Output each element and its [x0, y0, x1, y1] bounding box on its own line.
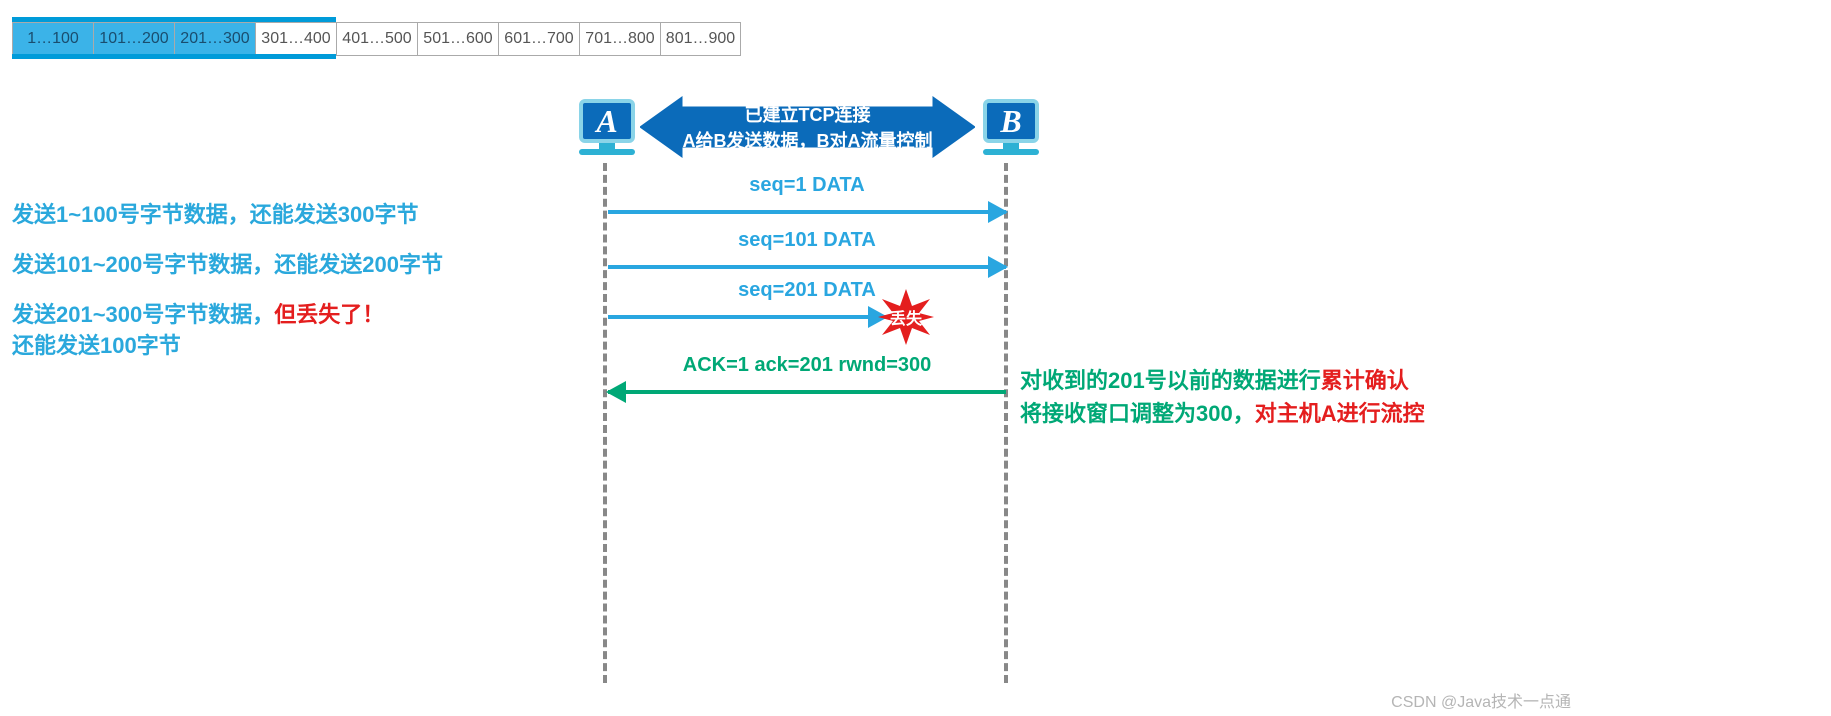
byte-cell: 801…900 — [660, 23, 741, 55]
host-label: A — [596, 103, 617, 140]
banner-title: 已建立TCP连接 — [745, 101, 871, 127]
message-label: seq=1 DATA — [608, 174, 1006, 197]
message-label: ACK=1 ack=201 rwnd=300 — [608, 354, 1006, 377]
byte-sequence-table: 1…100 101…200 201…300 301…400 401…500 50… — [12, 22, 741, 56]
monitor-icon: A — [579, 99, 635, 143]
host-a-icon: A — [573, 99, 641, 159]
timeline-host-a — [603, 163, 607, 683]
message-label: seq=101 DATA — [608, 229, 1006, 252]
banner-subtitle: A给B发送数据，B对A流量控制 — [683, 127, 933, 153]
arrow-right-icon — [988, 256, 1008, 278]
arrow-left-icon — [606, 381, 626, 403]
annotation-text: 还能发送100字节 — [12, 333, 181, 358]
byte-cell: 701…800 — [579, 23, 660, 55]
send-annotation-2: 发送101~200号字节数据，还能发送200字节 — [12, 250, 443, 281]
message-ack: ACK=1 ack=201 rwnd=300 — [608, 380, 1006, 404]
annotation-flow-control: 对主机A进行流控 — [1255, 401, 1425, 426]
annotation-text: 发送201~300号字节数据， — [12, 302, 274, 327]
annotation-loss-text: 但丢失了！ — [274, 302, 384, 327]
send-annotation-1: 发送1~100号字节数据，还能发送300字节 — [12, 200, 419, 231]
byte-cell: 501…600 — [417, 23, 498, 55]
message-seq-101: seq=101 DATA — [608, 255, 1006, 279]
connection-banner: 已建立TCP连接 A给B发送数据，B对A流量控制 — [640, 95, 975, 159]
byte-cell: 101…200 — [93, 23, 174, 55]
arrow-line — [608, 265, 1006, 269]
host-b-icon: B — [977, 99, 1045, 159]
host-label: B — [1000, 103, 1021, 140]
arrow-line — [608, 390, 1006, 394]
byte-cell: 401…500 — [336, 23, 417, 55]
loss-text: 丢失 — [890, 305, 922, 329]
monitor-base — [983, 149, 1039, 155]
message-label: seq=201 DATA — [608, 279, 1006, 302]
arrow-line — [608, 315, 886, 319]
packet-loss-badge: 丢失 — [878, 289, 934, 345]
monitor-base — [579, 149, 635, 155]
message-seq-201-lost: seq=201 DATA — [608, 305, 886, 329]
byte-cell: 301…400 — [255, 23, 336, 55]
annotation-text: 对收到的201号以前的数据进行 — [1020, 368, 1321, 393]
ack-annotation: 对收到的201号以前的数据进行累计确认 将接收窗口调整为300，对主机A进行流控 — [1020, 364, 1425, 430]
byte-cell: 1…100 — [12, 23, 93, 55]
send-window-bottom-bar — [12, 54, 336, 59]
monitor-icon: B — [983, 99, 1039, 143]
watermark: CSDN @Java技术一点通 — [1391, 688, 1571, 712]
send-annotation-3: 发送201~300号字节数据，但丢失了！ 还能发送100字节 — [12, 300, 384, 362]
annotation-cumulative-ack: 累计确认 — [1321, 368, 1409, 393]
arrow-right-icon — [988, 201, 1008, 223]
byte-cell: 201…300 — [174, 23, 255, 55]
message-seq-1: seq=1 DATA — [608, 200, 1006, 224]
annotation-text: 将接收窗口调整为300， — [1020, 401, 1255, 426]
byte-cell: 601…700 — [498, 23, 579, 55]
arrow-line — [608, 210, 1006, 214]
